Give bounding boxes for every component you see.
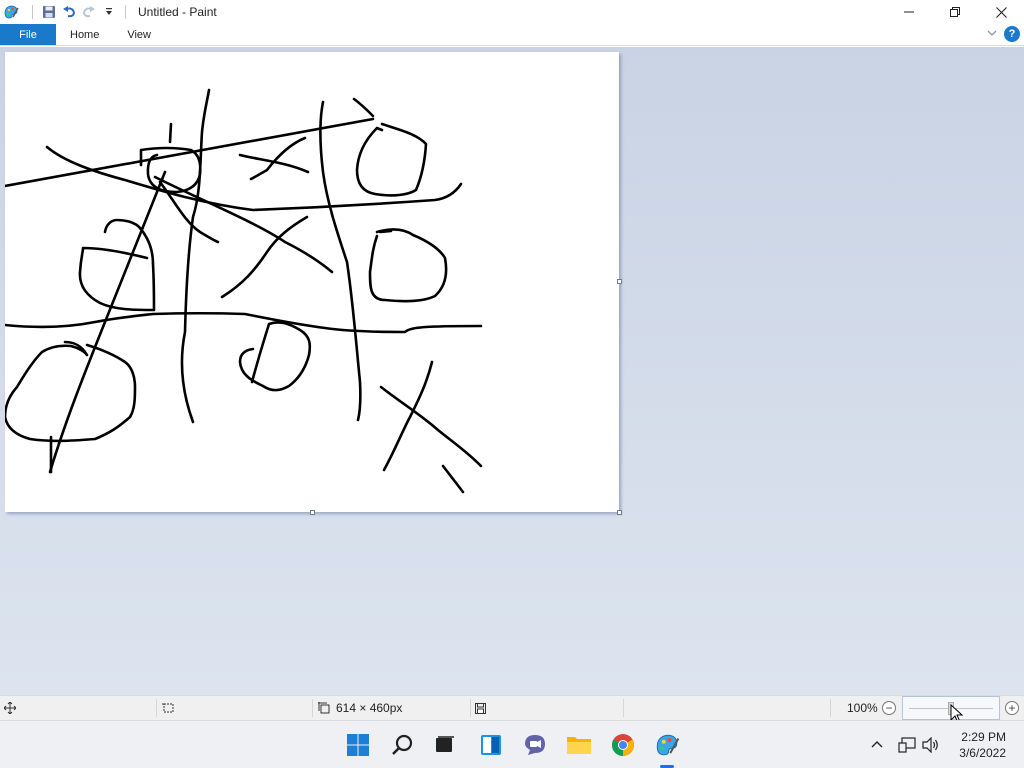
stroke xyxy=(355,122,428,197)
status-bar: 614 × 460px 100% − + xyxy=(0,695,1024,720)
stroke xyxy=(382,360,434,472)
save-icon[interactable] xyxy=(39,2,59,22)
canvas-drawing xyxy=(3,88,483,494)
minimize-button[interactable] xyxy=(886,0,932,24)
help-icon[interactable]: ? xyxy=(1004,26,1020,42)
stroke xyxy=(378,229,393,234)
search-icon[interactable] xyxy=(389,731,417,759)
restore-button[interactable] xyxy=(932,0,978,24)
window-controls xyxy=(886,0,1024,24)
qat-divider xyxy=(32,5,33,19)
stroke xyxy=(168,122,173,144)
resize-handle-bottom[interactable] xyxy=(310,510,315,515)
stroke xyxy=(441,464,465,494)
widgets-icon[interactable] xyxy=(477,731,505,759)
ribbon-right-controls: ? xyxy=(986,26,1020,42)
tab-home[interactable]: Home xyxy=(56,24,113,45)
paint-app-icon[interactable] xyxy=(2,3,20,21)
zoom-out-button[interactable]: − xyxy=(882,701,896,715)
customize-qat-dropdown-icon[interactable] xyxy=(99,2,119,22)
status-divider xyxy=(312,699,313,717)
redo-icon[interactable] xyxy=(79,2,99,22)
show-hidden-icons-chevron-icon[interactable] xyxy=(870,721,884,768)
stroke xyxy=(319,100,362,422)
chrome-icon[interactable] xyxy=(609,731,637,759)
volume-icon[interactable] xyxy=(922,721,940,768)
tab-view[interactable]: View xyxy=(113,24,165,45)
taskbar: 2:29 PM 3/6/2022 xyxy=(0,720,1024,768)
stroke xyxy=(238,321,312,392)
teams-chat-icon[interactable] xyxy=(521,731,549,759)
drawing-canvas[interactable] xyxy=(3,52,622,515)
quick-access-toolbar xyxy=(26,0,132,24)
stroke xyxy=(153,175,334,274)
clock-time: 2:29 PM xyxy=(961,730,1006,744)
undo-icon[interactable] xyxy=(59,2,79,22)
window-title: Untitled - Paint xyxy=(138,5,217,19)
status-divider xyxy=(470,699,471,717)
ribbon-tabs: File Home View ? xyxy=(0,24,1024,46)
stroke xyxy=(3,117,375,188)
stroke xyxy=(379,385,483,468)
stroke xyxy=(3,340,137,443)
selection-size-icon xyxy=(162,696,174,720)
status-divider xyxy=(156,699,157,717)
minimize-ribbon-chevron-icon[interactable] xyxy=(986,27,998,42)
title-bar: Untitled - Paint xyxy=(0,0,1024,24)
network-icon[interactable] xyxy=(898,721,916,768)
image-size-icon xyxy=(318,696,330,720)
qat-divider xyxy=(125,5,126,19)
stroke xyxy=(3,311,483,334)
task-view-icon[interactable] xyxy=(430,731,458,759)
stroke xyxy=(238,153,310,174)
zoom-level: 100% xyxy=(847,701,878,715)
stroke xyxy=(180,88,211,424)
system-clock[interactable]: 2:29 PM 3/6/2022 xyxy=(959,729,1006,761)
stroke xyxy=(48,170,167,474)
paint-icon[interactable] xyxy=(653,731,681,759)
tab-file[interactable]: File xyxy=(0,24,56,45)
zoom-in-button[interactable]: + xyxy=(1005,701,1019,715)
file-size-icon xyxy=(475,696,486,720)
resize-handle-corner[interactable] xyxy=(617,510,622,515)
stroke xyxy=(78,218,156,312)
stroke xyxy=(352,97,375,118)
close-button[interactable] xyxy=(978,0,1024,24)
status-divider xyxy=(623,699,624,717)
status-divider xyxy=(830,699,831,717)
image-size-readout: 614 × 460px xyxy=(336,701,403,715)
stroke xyxy=(368,228,448,303)
resize-handle-right[interactable] xyxy=(617,279,622,284)
file-explorer-icon[interactable] xyxy=(565,731,593,759)
workspace xyxy=(0,47,1024,695)
clock-date: 3/6/2022 xyxy=(959,746,1006,760)
start-icon[interactable] xyxy=(344,731,372,759)
cursor-position-icon xyxy=(4,696,16,720)
